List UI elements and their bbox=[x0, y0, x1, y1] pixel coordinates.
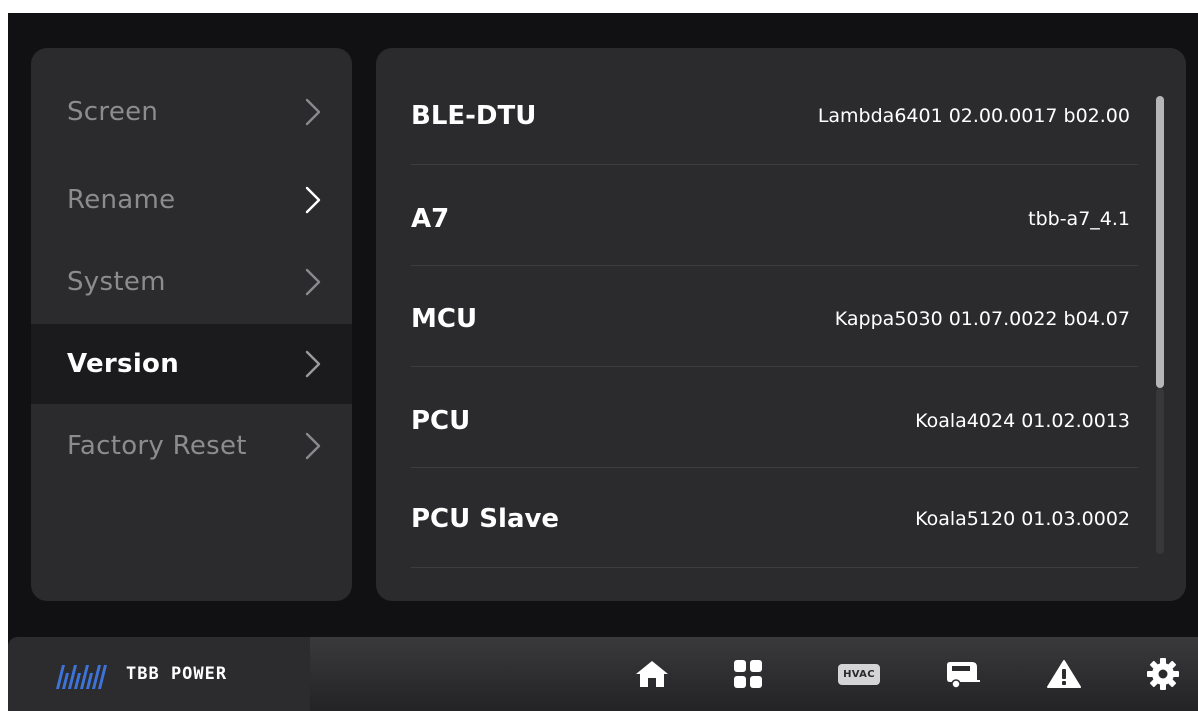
version-row-pcu: PCU Koala4024 01.02.0013 bbox=[411, 370, 1138, 471]
chevron-right-icon bbox=[305, 268, 321, 296]
menu-item-label: Rename bbox=[67, 185, 176, 215]
menu-item-version[interactable]: Version bbox=[31, 324, 352, 404]
home-button[interactable] bbox=[629, 651, 675, 697]
menu-item-label: System bbox=[67, 267, 166, 297]
chevron-right-icon bbox=[305, 98, 321, 126]
version-value: Kappa5030 01.07.0022 b04.07 bbox=[834, 307, 1130, 330]
menu-item-rename[interactable]: Rename bbox=[31, 160, 352, 240]
version-component-name: MCU bbox=[411, 303, 478, 334]
settings-button[interactable] bbox=[1140, 651, 1186, 697]
row-divider bbox=[411, 265, 1138, 266]
chevron-right-icon bbox=[305, 186, 321, 214]
version-row-pcu-slave: PCU Slave Koala5120 01.03.0002 bbox=[411, 468, 1138, 569]
version-value: Koala4024 01.02.0013 bbox=[915, 409, 1130, 432]
version-value: Koala5120 01.03.0002 bbox=[915, 507, 1130, 530]
rv-camper-icon bbox=[947, 662, 980, 689]
device-screen: Screen Rename System Version Factory Res… bbox=[8, 13, 1198, 711]
version-value: Lambda6401 02.00.0017 b02.00 bbox=[817, 104, 1130, 127]
dashboard-grid-icon bbox=[734, 660, 762, 688]
version-row-mcu: MCU Kappa5030 01.07.0022 b04.07 bbox=[411, 268, 1138, 369]
version-component-name: PCU bbox=[411, 405, 471, 436]
hvac-icon: HVAC bbox=[838, 663, 880, 685]
menu-item-factory-reset[interactable]: Factory Reset bbox=[31, 406, 352, 486]
menu-item-screen[interactable]: Screen bbox=[31, 72, 352, 152]
bottom-nav-bar: TBB POWER HVAC bbox=[8, 637, 1198, 711]
version-row-a7: A7 tbb-a7_4.1 bbox=[411, 168, 1138, 269]
menu-item-label: Version bbox=[67, 349, 180, 379]
version-row-ble-dtu: BLE-DTU Lambda6401 02.00.0017 b02.00 bbox=[411, 65, 1138, 166]
version-list-panel[interactable]: BLE-DTU Lambda6401 02.00.0017 b02.00 A7 … bbox=[376, 48, 1186, 601]
menu-item-system[interactable]: System bbox=[31, 242, 352, 322]
scrollbar-track[interactable] bbox=[1156, 388, 1164, 554]
rv-camper-button[interactable] bbox=[940, 651, 986, 697]
hvac-button[interactable]: HVAC bbox=[836, 651, 882, 697]
row-divider bbox=[411, 366, 1138, 367]
scrollbar-thumb[interactable] bbox=[1156, 96, 1164, 388]
chevron-right-icon bbox=[305, 350, 321, 378]
version-component-name: PCU Slave bbox=[411, 503, 560, 534]
settings-gear-icon bbox=[1147, 658, 1179, 690]
dashboard-button[interactable] bbox=[725, 651, 771, 697]
menu-item-label: Screen bbox=[67, 97, 159, 127]
brand-logo: TBB POWER bbox=[8, 637, 310, 711]
brand-name: TBB POWER bbox=[126, 664, 228, 684]
row-divider bbox=[411, 164, 1138, 165]
version-component-name: BLE-DTU bbox=[411, 100, 537, 131]
menu-item-label: Factory Reset bbox=[67, 431, 247, 461]
chevron-right-icon bbox=[305, 432, 321, 460]
tbb-logo-icon bbox=[56, 665, 107, 689]
settings-menu: Screen Rename System Version Factory Res… bbox=[31, 48, 352, 601]
alerts-button[interactable] bbox=[1041, 651, 1087, 697]
row-divider bbox=[411, 567, 1138, 568]
home-icon bbox=[636, 661, 668, 687]
warning-icon bbox=[1047, 660, 1081, 688]
version-component-name: A7 bbox=[411, 203, 450, 234]
version-value: tbb-a7_4.1 bbox=[1028, 207, 1130, 230]
